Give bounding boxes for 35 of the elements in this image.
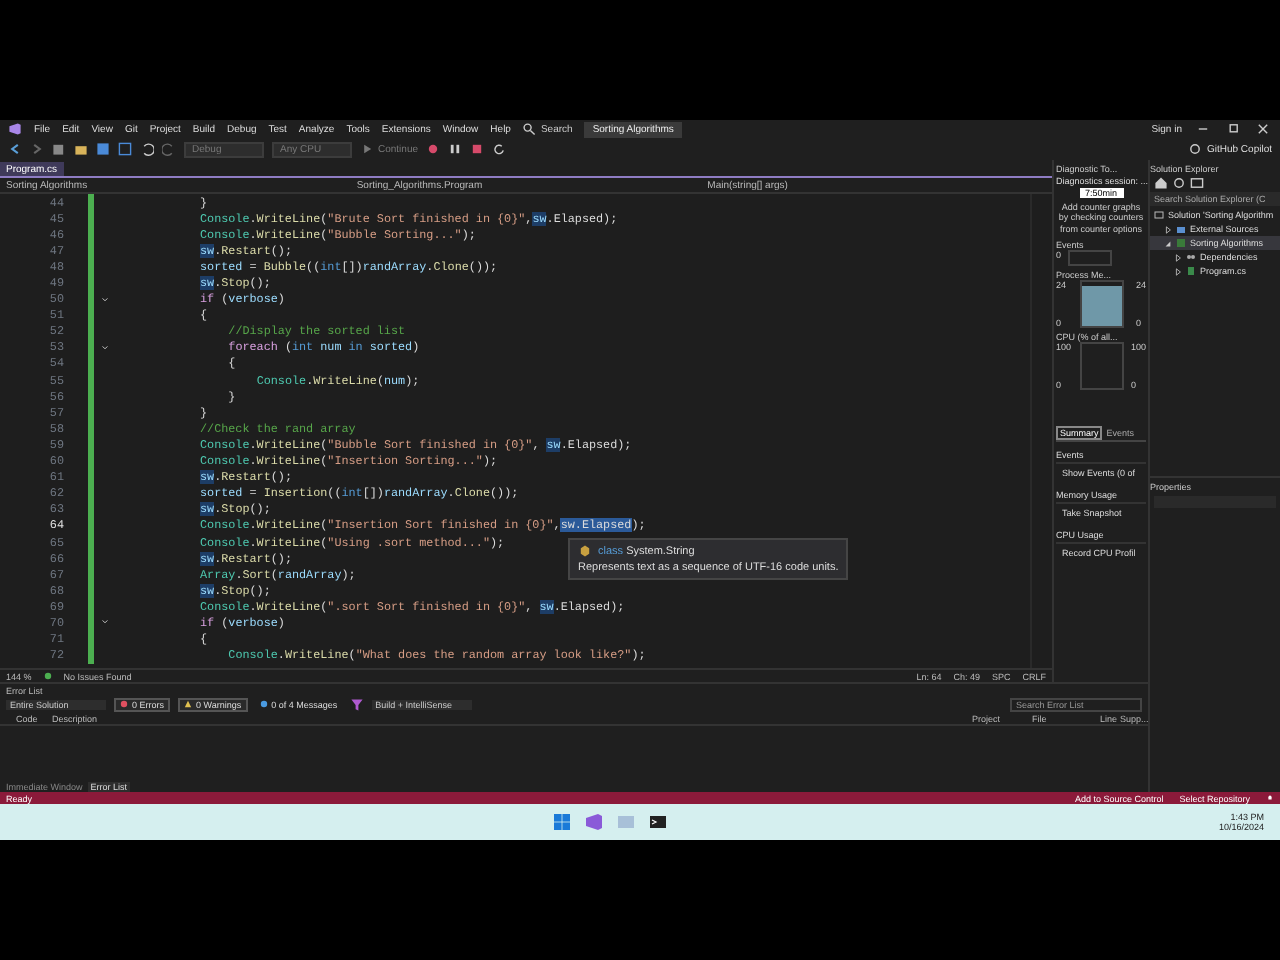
- file-icon: [1186, 266, 1196, 276]
- restore-icon[interactable]: [1224, 122, 1242, 136]
- class-icon: [578, 544, 592, 558]
- info-icon: [259, 700, 268, 709]
- error-icon: [120, 700, 128, 709]
- windows-logo-icon[interactable]: [551, 812, 572, 832]
- vs-logo-icon: [8, 122, 22, 136]
- fold-chevron-icon[interactable]: [99, 295, 109, 304]
- memory-graph: [1079, 280, 1123, 329]
- terminal-icon[interactable]: [647, 812, 668, 832]
- cpu-graph: [1079, 342, 1123, 391]
- collapsed-arrow-icon[interactable]: [1164, 225, 1172, 233]
- fold-chevron-icon[interactable]: [99, 618, 109, 627]
- restart-icon[interactable]: [492, 142, 507, 156]
- dependencies-icon: [1186, 252, 1196, 262]
- folder-icon: [1176, 224, 1186, 234]
- fold-chevron-icon[interactable]: [99, 343, 109, 352]
- undo-icon[interactable]: [140, 142, 154, 156]
- save-icon[interactable]: [96, 142, 110, 156]
- play-icon: [360, 142, 374, 156]
- solution-icon: [1154, 210, 1164, 220]
- minimize-icon[interactable]: [1194, 122, 1212, 136]
- search-icon: [522, 122, 537, 136]
- project-icon: [1176, 238, 1186, 248]
- warning-icon: [184, 700, 193, 709]
- stop-icon[interactable]: [470, 142, 485, 156]
- open-folder-icon[interactable]: [74, 142, 88, 156]
- filter-icon[interactable]: [349, 697, 364, 712]
- close-icon[interactable]: [1254, 122, 1272, 136]
- expanded-arrow-icon[interactable]: [1164, 239, 1172, 247]
- events-track: [1067, 250, 1112, 267]
- check-circle-icon: [43, 672, 52, 681]
- pause-icon[interactable]: [448, 142, 463, 156]
- redo-icon[interactable]: [162, 142, 176, 156]
- vs-app-icon[interactable]: [583, 812, 604, 832]
